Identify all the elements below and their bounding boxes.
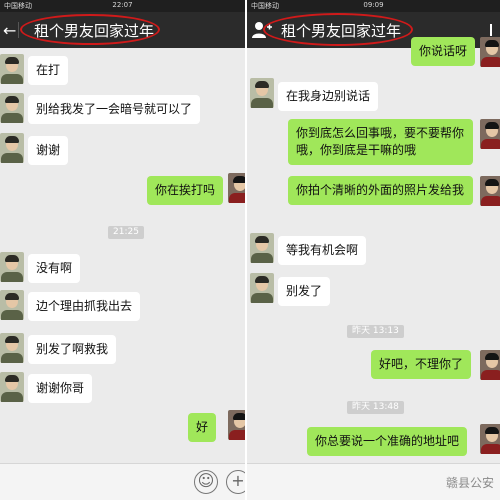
- my-avatar[interactable]: [480, 37, 500, 67]
- outgoing-message: 你拍个清晰的外面的照片发给我: [288, 176, 473, 205]
- incoming-message: 在我身边别说话: [278, 82, 379, 111]
- my-avatar[interactable]: [228, 410, 245, 440]
- incoming-message: 谢谢你哥: [28, 374, 93, 403]
- status-time: 22:07: [112, 1, 133, 9]
- message-timestamp: 21:25: [108, 226, 144, 239]
- outgoing-message: 你总要说一个准确的地址吧: [307, 427, 468, 456]
- contact-avatar[interactable]: [0, 333, 24, 363]
- my-avatar[interactable]: [228, 173, 245, 203]
- red-annotation-circle: [263, 13, 413, 46]
- input-bar: 赣县公安: [247, 463, 500, 500]
- status-time: 09:09: [363, 1, 384, 9]
- contact-avatar[interactable]: [0, 290, 24, 320]
- contact-avatar[interactable]: [250, 273, 274, 303]
- outgoing-message: 好: [188, 413, 217, 442]
- menu-icon[interactable]: [490, 24, 500, 36]
- incoming-message: 谢谢: [28, 136, 69, 165]
- incoming-message: 边个理由抓我出去: [28, 292, 141, 321]
- outgoing-message: 好吧，不理你了: [371, 350, 472, 379]
- contact-avatar[interactable]: [0, 133, 24, 163]
- contact-avatar[interactable]: [0, 93, 24, 123]
- my-avatar[interactable]: [480, 119, 500, 149]
- status-bar: 中国移动 09:09: [247, 0, 500, 12]
- right-chat-screenshot: 中国移动 09:09 租个男友回家过年 你说话呀 在我身边别说话 你到底怎么回事…: [247, 0, 500, 500]
- outgoing-message: 你在挨打吗: [147, 176, 224, 205]
- left-chat-screenshot: 中国移动 22:07 ← 租个男友回家过年 在打 别给我发了一会暗号就可以了 谢…: [0, 0, 245, 500]
- message-timestamp: 昨天 13:48: [347, 401, 404, 414]
- message-timestamp: 昨天 13:13: [347, 325, 404, 338]
- chat-header: ← 租个男友回家过年: [0, 12, 245, 48]
- contact-avatar[interactable]: [0, 252, 24, 282]
- add-icon[interactable]: +: [226, 470, 245, 494]
- input-bar: ☺ +: [0, 463, 245, 500]
- incoming-message: 别发了: [278, 277, 331, 306]
- back-arrow-icon[interactable]: ←: [3, 21, 16, 40]
- my-avatar[interactable]: [480, 350, 500, 380]
- incoming-message: 没有啊: [28, 254, 81, 283]
- my-avatar[interactable]: [480, 424, 500, 454]
- incoming-message: 别发了啊救我: [28, 335, 117, 364]
- my-avatar[interactable]: [480, 176, 500, 206]
- emoji-icon[interactable]: ☺: [194, 470, 218, 494]
- incoming-message: 在打: [28, 56, 69, 85]
- outgoing-message: 你说话呀: [411, 37, 476, 66]
- status-bar: 中国移动 22:07: [0, 0, 245, 12]
- incoming-message: 别给我发了一会暗号就可以了: [28, 95, 201, 124]
- contact-avatar[interactable]: [250, 78, 274, 108]
- red-annotation-circle: [20, 14, 160, 45]
- incoming-message: 等我有机会啊: [278, 236, 367, 265]
- outgoing-message: 你到底怎么回事哦，要不要帮你哦，你到底是干嘛的哦: [288, 119, 473, 165]
- contact-avatar[interactable]: [0, 54, 24, 84]
- header-divider: [18, 22, 19, 38]
- contact-avatar[interactable]: [0, 372, 24, 402]
- contact-avatar[interactable]: [250, 233, 274, 263]
- watermark-text: 赣县公安: [445, 476, 494, 490]
